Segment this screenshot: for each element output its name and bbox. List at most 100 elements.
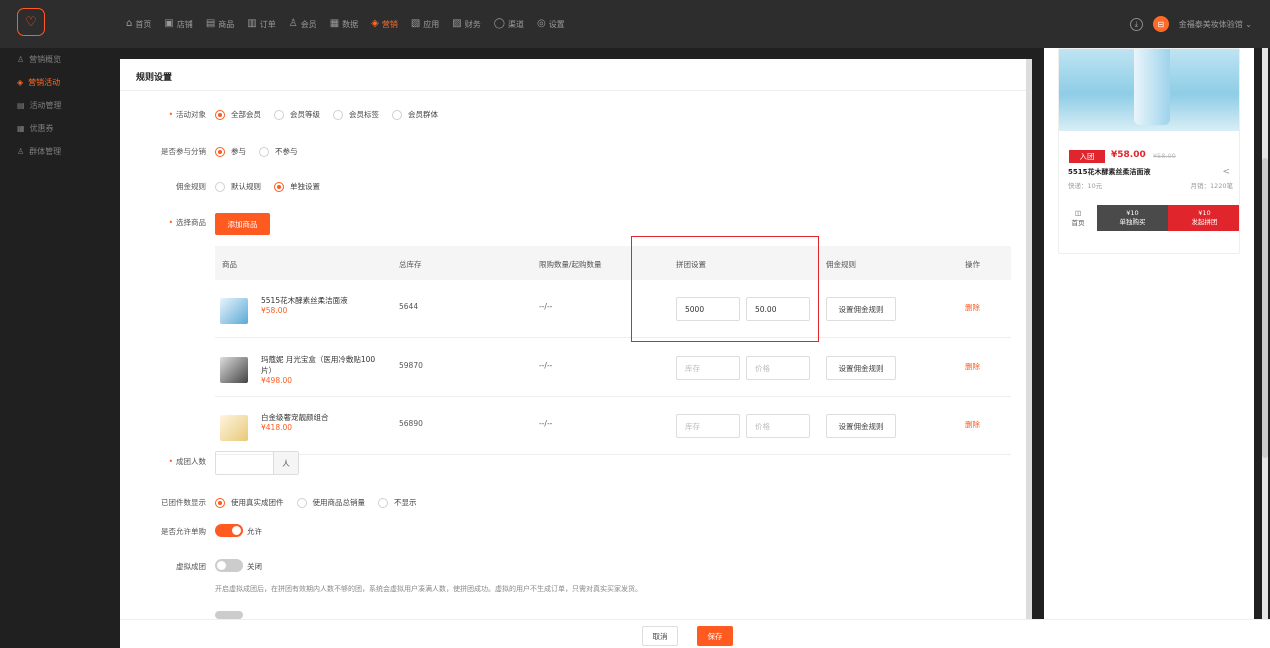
set-commission-button[interactable]: 设置佣金规则 xyxy=(826,356,896,380)
nav-item-7[interactable]: ▧ 应用 xyxy=(411,0,439,48)
commission_rule-option-1[interactable]: 单独设置 xyxy=(274,181,320,192)
sidebar-label: 群体管理 xyxy=(29,147,62,156)
sidebar-item-2[interactable]: ▤ 活动管理 xyxy=(0,94,120,117)
radio-dot xyxy=(215,181,225,192)
bottle-image xyxy=(1134,49,1170,125)
footer-bar xyxy=(120,619,1270,648)
commission_rule-option-0[interactable]: 默认规则 xyxy=(215,181,261,192)
nav-icon: ♙ xyxy=(288,18,298,29)
radio-dot xyxy=(259,146,269,157)
download-icon[interactable]: ⤓ xyxy=(1129,17,1143,31)
distribution-label: 是否参与分销 xyxy=(161,147,206,156)
nav-item-0[interactable]: ⌂ 首页 xyxy=(126,0,151,48)
group-price-input[interactable]: 价格 xyxy=(746,414,810,438)
col-action: 操作 xyxy=(965,260,980,269)
sidebar-icon: ♙ xyxy=(17,147,25,156)
store-name[interactable]: 金福泰美妆体验馆 ⌄ xyxy=(1179,19,1252,30)
nav-item-10[interactable]: ◎ 设置 xyxy=(537,0,565,48)
sidebar: ♙ 营销概览 ◈ 营销活动 ▤ 活动管理 ▦ 优惠券 ♙ 群体管理 xyxy=(0,48,120,648)
nav-item-9[interactable]: ◯ 渠道 xyxy=(494,0,524,48)
nav-item-3[interactable]: ▥ 订单 xyxy=(247,0,275,48)
group_display-option-0[interactable]: 使用真实成团件 xyxy=(215,497,284,508)
radio-label: 不显示 xyxy=(394,498,417,507)
partial-toggle[interactable] xyxy=(215,611,243,619)
start-group-button[interactable]: ¥10 发起拼团 xyxy=(1168,205,1239,231)
form-scrollbar[interactable] xyxy=(1026,59,1032,619)
avatar[interactable]: ⊟ xyxy=(1152,16,1169,32)
delete-link[interactable]: 删除 xyxy=(965,302,980,313)
scroll-thumb[interactable] xyxy=(1262,158,1268,458)
sidebar-label: 活动管理 xyxy=(29,101,62,110)
nav-label: 营销 xyxy=(381,19,398,29)
group-size-input[interactable]: 人 xyxy=(215,451,299,475)
nav-item-2[interactable]: ▤ 商品 xyxy=(206,0,234,48)
preview-action-bar: ◫ 首页 ¥10 单独购买 ¥10 发起拼团 xyxy=(1059,205,1239,231)
add-goods-button[interactable]: 添加商品 xyxy=(215,213,270,235)
top-right: ⤓ ⊟ 金福泰美妆体验馆 ⌄ xyxy=(1129,0,1252,48)
nav-icon: ▥ xyxy=(247,18,257,29)
nav-label: 商品 xyxy=(218,19,235,29)
table-row: 5515花木酵素丝柔洁面液 ¥58.00 5644 --/-- 5000 50.00 设置佣… xyxy=(215,280,1011,338)
radio-dot xyxy=(274,109,284,120)
single-buy-button[interactable]: ¥10 单独购买 xyxy=(1097,205,1168,231)
set-commission-button[interactable]: 设置佣金规则 xyxy=(826,414,896,438)
group-stock-input[interactable]: 库存 xyxy=(676,356,740,380)
group-display-radio-group: 使用真实成团件 使用商品总销量 不显示 xyxy=(215,497,417,508)
sidebar-item-0[interactable]: ♙ 营销概览 xyxy=(0,48,120,71)
nav-label: 店铺 xyxy=(176,19,193,29)
product-name: 白金级奢宠靓颜组合 xyxy=(261,413,329,422)
group-tag: 入团 xyxy=(1069,150,1105,163)
group_display-option-2[interactable]: 不显示 xyxy=(378,497,417,508)
page-scrollbar[interactable] xyxy=(1262,48,1268,619)
delete-link[interactable]: 删除 xyxy=(965,419,980,430)
sidebar-item-4[interactable]: ♙ 群体管理 xyxy=(0,140,120,163)
group_display-option-1[interactable]: 使用商品总销量 xyxy=(296,497,366,508)
group-price-input[interactable]: 价格 xyxy=(746,356,810,380)
total-stock: 5644 xyxy=(399,302,419,311)
target-option-0[interactable]: 全部会员 xyxy=(215,109,261,120)
group-display-label: 已团件数显示 xyxy=(161,498,206,507)
save-button[interactable]: 保存 xyxy=(697,626,733,646)
virtual-group-toggle[interactable] xyxy=(215,559,243,572)
nav-label: 订单 xyxy=(259,19,276,29)
col-goods: 商品 xyxy=(222,260,237,269)
product-name: 5515花木酵素丝柔洁面液 xyxy=(261,296,348,305)
target-option-1[interactable]: 会员等级 xyxy=(274,109,320,120)
col-commission: 佣金规则 xyxy=(826,260,856,269)
target-option-2[interactable]: 会员标签 xyxy=(333,109,379,120)
nav-item-4[interactable]: ♙ 会员 xyxy=(289,0,317,48)
radio-label: 会员标签 xyxy=(349,110,379,119)
virtual-group-state: 关闭 xyxy=(247,562,262,571)
distribution-option-1[interactable]: 不参与 xyxy=(259,146,298,157)
sidebar-icon: ▦ xyxy=(17,124,25,133)
allow-single-toggle[interactable] xyxy=(215,524,243,537)
total-stock: 56890 xyxy=(399,419,423,428)
nav-label: 数据 xyxy=(342,19,359,29)
radio-label: 参与 xyxy=(231,147,246,156)
group-stock-input[interactable]: 库存 xyxy=(676,414,740,438)
preview-home-button[interactable]: ◫ 首页 xyxy=(1059,205,1097,231)
nav-item-5[interactable]: ▦ 数据 xyxy=(330,0,358,48)
nav-icon: ▦ xyxy=(329,18,340,29)
sidebar-item-1[interactable]: ◈ 营销活动 xyxy=(0,71,120,94)
radio-label: 默认规则 xyxy=(231,182,261,191)
target-option-3[interactable]: 会员群体 xyxy=(392,109,438,120)
section-title: 规则设置 xyxy=(136,73,173,83)
goods-table-header: 商品 总库存 限购数量/起购数量 拼团设置 佣金规则 操作 xyxy=(215,246,1011,280)
nav-item-6[interactable]: ◈ 营销 xyxy=(371,0,398,48)
sidebar-item-3[interactable]: ▦ 优惠券 xyxy=(0,117,120,140)
cancel-button[interactable]: 取消 xyxy=(642,626,678,646)
delete-link[interactable]: 删除 xyxy=(965,361,980,372)
nav-item-1[interactable]: ▣ 店铺 xyxy=(164,0,192,48)
distribution-option-0[interactable]: 参与 xyxy=(215,146,246,157)
sidebar-icon: ▤ xyxy=(17,101,25,110)
share-icon[interactable]: < xyxy=(1222,167,1230,177)
logo-icon[interactable]: ♡ xyxy=(17,8,45,36)
nav-item-8[interactable]: ▨ 财务 xyxy=(452,0,480,48)
product-price: ¥498.00 xyxy=(261,376,293,385)
target-radio-group: 全部会员 会员等级 会员标签 会员群体 xyxy=(215,109,438,120)
commission-rule-label: 佣金规则 xyxy=(176,182,206,191)
preview-original-price: ¥58.00 xyxy=(1153,152,1176,160)
radio-label: 使用商品总销量 xyxy=(312,498,366,507)
set-commission-button[interactable]: 设置佣金规则 xyxy=(826,297,896,321)
